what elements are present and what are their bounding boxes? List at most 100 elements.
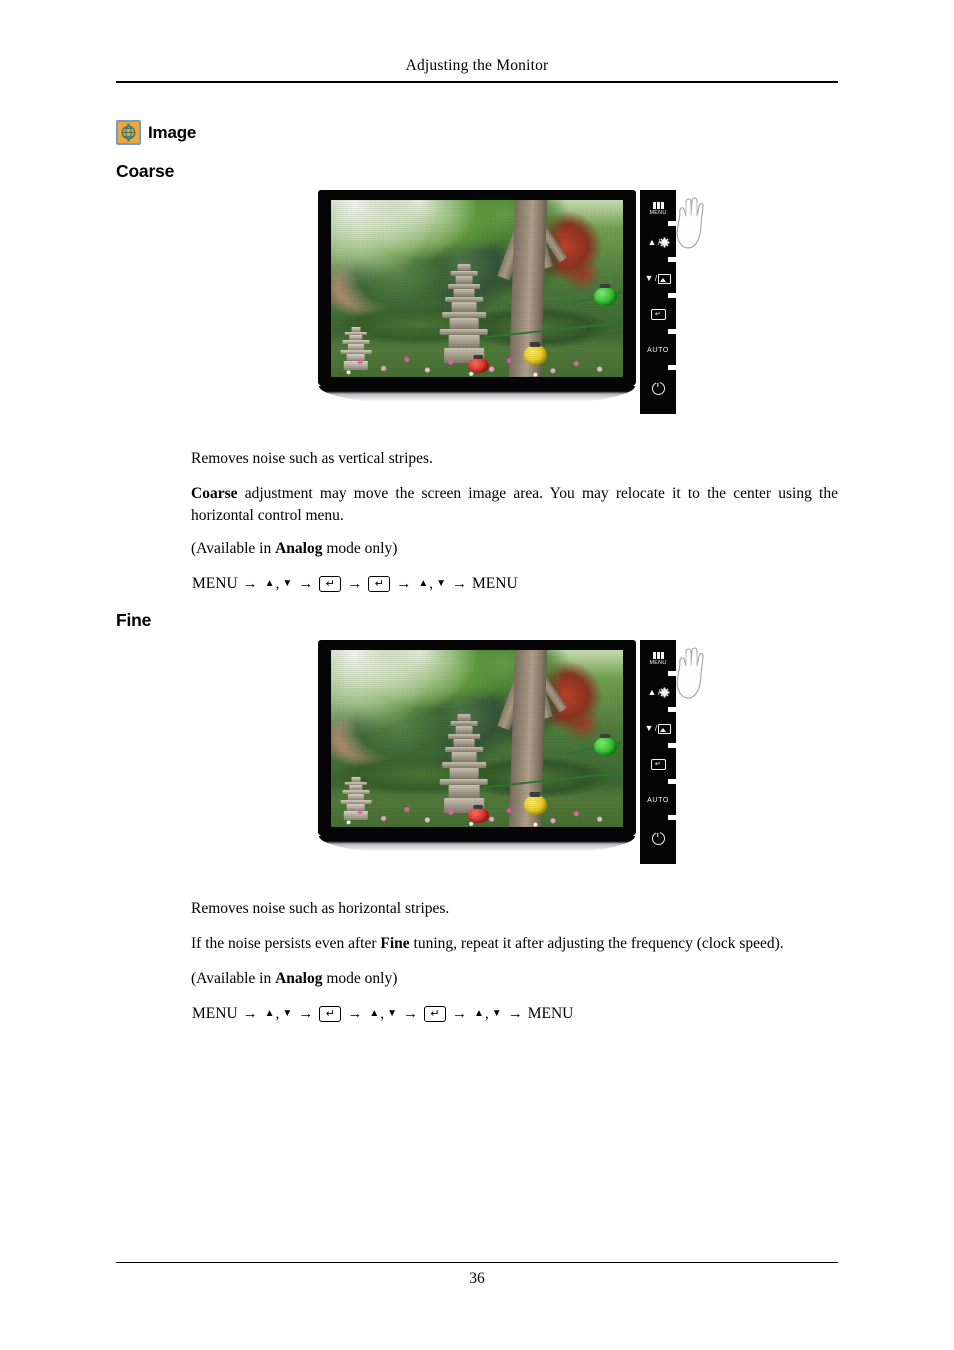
yellow-lantern [523,342,548,365]
fine-paragraph-1: Removes noise such as horizontal stripes… [191,900,450,917]
nav-arrow: → [403,1006,419,1022]
section-heading-image: Image [116,120,196,145]
garden-photo [331,200,623,377]
pointing-hand-icon [674,194,708,250]
nav-down-triangle: ▼ [282,578,293,589]
fine-paragraph-2: If the noise persists even after Fine tu… [191,933,838,955]
auto-button[interactable]: AUTO [640,784,676,817]
nav-arrow: → [242,1006,258,1022]
down-source-button[interactable]: ▼ / [640,712,676,745]
header-title: Adjusting the Monitor [405,57,549,74]
nav-arrow: → [298,1006,314,1022]
power-icon [651,832,665,845]
lantern-string [483,321,623,339]
nav-enter-icon: ↵ [319,1006,342,1022]
running-header: Adjusting the Monitor [116,56,838,76]
yellow-lantern [523,792,548,815]
power-icon [651,382,665,395]
power-button[interactable] [640,822,676,855]
monitor-screen [331,200,623,377]
nav-enter-icon: ↵ [319,576,342,592]
nav-comma: , [380,1005,385,1022]
up-brightness-button[interactable]: ▲ / [640,226,676,259]
fine-paragraph-3: (Available in Analog mode only) [191,968,838,990]
menu-button-label: MENU [649,659,667,666]
monitor-body [318,640,636,858]
down-source-icon: ▼ / [645,723,672,734]
nav-menu-end: MENU [527,1005,574,1022]
fine-paragraph-2-pre: If the noise persists even after [191,935,381,952]
menu-bars-icon [652,201,664,209]
red-lantern [468,805,489,824]
subsection-heading-fine: Fine [116,610,152,630]
fine-nav-sequence: MENU → ▲ , ▼ → ↵ → ▲ , ▼ → ↵ → ▲ , ▼ → M… [191,1003,574,1025]
nav-comma: , [275,1005,280,1022]
down-source-button[interactable]: ▼ / [640,262,676,295]
enter-button[interactable]: ↵ [640,298,676,331]
nav-comma: , [429,575,434,592]
header-rule [116,81,838,83]
section-title: Image [148,122,197,142]
enter-icon: ↵ [650,759,666,770]
monitor-body [318,190,636,408]
nav-arrow: → [242,576,258,592]
green-lantern [593,284,618,307]
nav-menu-end: MENU [472,575,518,592]
enter-button[interactable]: ↵ [640,748,676,781]
power-button[interactable] [640,372,676,405]
nav-comma: , [484,1005,489,1022]
up-brightness-icon: ▲ / [648,688,669,697]
nav-up-triangle: ▲ [264,578,275,589]
coarse-availability-post: mode only) [322,540,398,557]
nav-arrow: → [507,1006,523,1022]
nav-up-triangle: ▲ [264,1008,275,1019]
monitor-figure-coarse: MENU ▲ / ▼ / ↵ AUTO [318,190,704,420]
fine-availability-post: mode only) [322,970,398,987]
monitor-bottom-lip [319,386,635,406]
fine-paragraph-2-post: tuning, repeat it after adjusting the fr… [409,935,784,952]
nav-comma: , [275,575,280,592]
auto-button-label: AUTO [647,797,669,804]
nav-enter-icon: ↵ [368,576,391,592]
monitor-control-panel: MENU ▲ / ▼ / ↵ AUTO [640,190,678,414]
coarse-paragraph-1: Removes noise such as vertical stripes. [191,450,433,467]
fine-bold-term: Fine [380,935,410,952]
nav-arrow: → [347,576,363,592]
green-lantern [593,734,618,757]
menu-bars-icon [652,651,664,659]
nav-down-triangle: ▼ [282,1008,293,1019]
coarse-availability-pre: (Available in [191,540,276,557]
coarse-paragraph-2: Coarse adjustment may move the screen im… [191,483,838,527]
nav-arrow: → [347,1006,363,1022]
panel-notch [668,365,678,370]
nav-up-triangle: ▲ [418,578,429,589]
enter-icon: ↵ [650,309,666,320]
nav-up-triangle: ▲ [369,1008,380,1019]
monitor-figure-fine: MENU ▲ / ▼ / ↵ AUTO [318,640,704,870]
down-source-icon: ▼ / [645,273,672,284]
monitor-screen [331,650,623,827]
auto-button[interactable]: AUTO [640,334,676,367]
panel-notch [668,815,678,820]
nav-arrow: → [452,576,468,592]
lantern-string [483,771,623,789]
coarse-nav-sequence: MENU → ▲ , ▼ → ↵ → ↵ → ▲ , ▼ → MENU [191,573,519,595]
coarse-paragraph-2-rest: adjustment may move the screen image are… [191,485,838,524]
footer-rule [116,1262,838,1264]
fine-availability-pre: (Available in [191,970,276,987]
monitor-bottom-lip [319,836,635,856]
monitor-control-panel: MENU ▲ / ▼ / ↵ AUTO [640,640,678,864]
menu-button-label: MENU [649,209,667,216]
nav-menu-start: MENU [192,1005,238,1022]
image-settings-icon [116,120,141,145]
nav-arrow: → [396,576,412,592]
auto-button-label: AUTO [647,347,669,354]
page-number: 36 [469,1270,485,1287]
fine-availability-mode: Analog [275,970,323,987]
garden-photo [331,650,623,827]
subsection-heading-coarse: Coarse [116,161,175,181]
up-brightness-icon: ▲ / [648,238,669,247]
document-page: Adjusting the Monitor Image Coarse MENU … [0,0,954,1350]
up-brightness-button[interactable]: ▲ / [640,676,676,709]
coarse-bold-term: Coarse [191,485,238,502]
